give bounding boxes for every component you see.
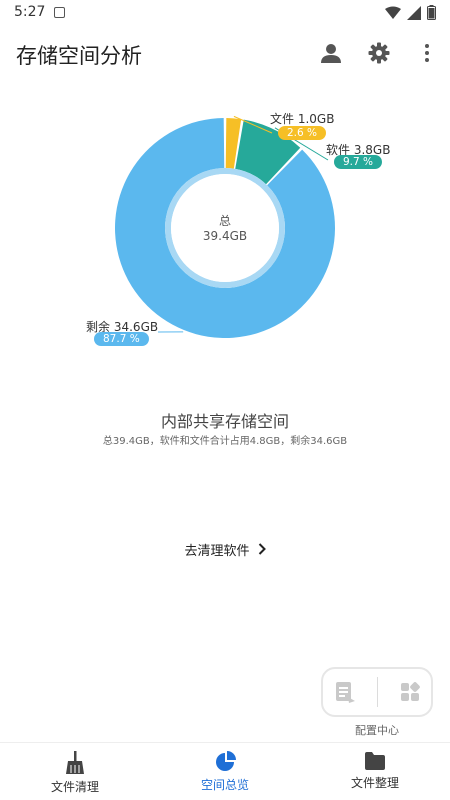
settings-button[interactable]: [366, 40, 392, 66]
app-actions: [318, 40, 440, 66]
percent-badge-software: 9.7 %: [334, 155, 383, 169]
nav-item-file-clean[interactable]: 文件清理: [0, 743, 150, 800]
percent-badge-free: 87.7 %: [94, 332, 149, 346]
page-title: 存储空间分析: [16, 44, 142, 68]
nav-item-file-organize[interactable]: 文件整理: [300, 743, 450, 800]
nav-item-space-overview[interactable]: 空间总览: [150, 743, 300, 800]
chevron-right-icon: [258, 543, 266, 555]
apps-icon[interactable]: [399, 681, 421, 703]
status-bar: 5:27: [0, 0, 450, 26]
clean-software-button[interactable]: 去清理软件: [170, 538, 280, 560]
document-icon[interactable]: [334, 680, 356, 704]
notification-icon: [54, 7, 65, 18]
slice-size-file: 1.0GB: [297, 112, 335, 126]
donut-center-text: 总 39.4GB: [170, 214, 280, 244]
slice-label-file: 文件 1.0GB: [270, 110, 334, 127]
config-center-card[interactable]: [321, 667, 433, 717]
account-button[interactable]: [318, 40, 344, 66]
person-icon: [321, 44, 341, 63]
nav-label-space-overview: 空间总览: [200, 778, 249, 792]
config-center-label: 配置中心: [355, 724, 399, 737]
storage-title: 内部共享存储空间: [160, 412, 289, 431]
center-label: 总: [218, 214, 231, 228]
status-icons: [385, 5, 436, 20]
center-value: 39.4GB: [202, 229, 248, 243]
gear-icon: [368, 42, 390, 64]
nav-label-file-organize: 文件整理: [350, 776, 399, 790]
slice-name-file: 文件: [270, 112, 295, 126]
wifi-icon: [385, 6, 401, 19]
bottom-nav: 文件清理 空间总览 文件整理: [0, 742, 450, 800]
more-vert-icon: [425, 44, 429, 62]
signal-icon: [407, 5, 421, 20]
more-options-button[interactable]: [414, 40, 440, 66]
battery-icon: [427, 5, 436, 20]
folder-icon: [365, 752, 385, 770]
pie-chart-icon: [216, 751, 236, 771]
storage-summary: 总39.4GB，软件和文件合计占用4.8GB，剩余34.6GB: [102, 436, 348, 447]
percent-badge-file: 2.6 %: [278, 126, 327, 140]
app-bar: 存储空间分析: [0, 26, 450, 82]
nav-label-file-clean: 文件清理: [50, 780, 99, 794]
config-divider: [376, 677, 378, 707]
status-time: 5:27: [14, 4, 46, 20]
broom-icon: [66, 751, 84, 774]
clean-software-label: 去清理软件: [184, 543, 250, 559]
storage-donut-chart: 文件 1.0GB 2.6 % 软件 3.8GB 9.7 % 剩余 34.6GB …: [0, 100, 450, 370]
